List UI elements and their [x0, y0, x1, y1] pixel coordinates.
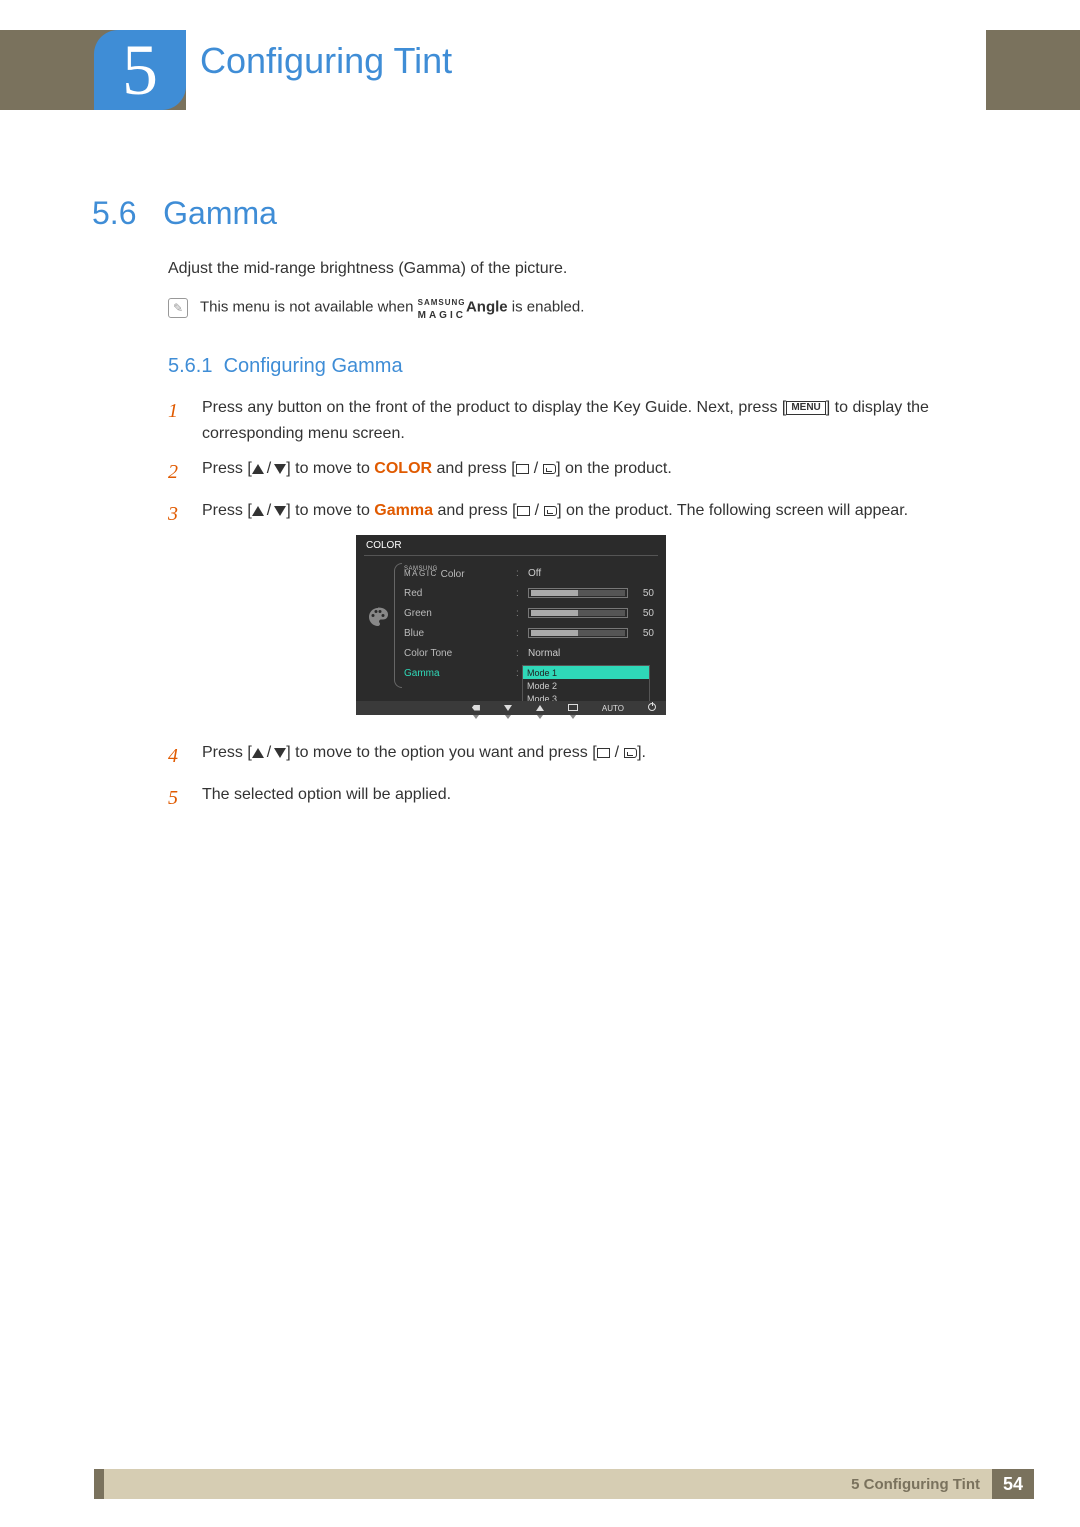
- osd-brand-bottom: MAGIC: [404, 571, 438, 577]
- s3d: ] on the product. The following screen w…: [557, 502, 908, 519]
- osd-dd-mode1[interactable]: Mode 1: [523, 666, 649, 679]
- enter-icon: /: [516, 456, 556, 482]
- s3c: and press [: [433, 502, 517, 519]
- step-text-5: The selected option will be applied.: [202, 782, 988, 814]
- osd-val-green: 50: [634, 608, 654, 619]
- step-1: 1 Press any button on the front of the p…: [168, 395, 988, 446]
- osd-gamma-dropdown[interactable]: Mode 1 Mode 2 Mode 3: [522, 665, 650, 706]
- s4c: ].: [637, 744, 646, 761]
- step-num-2: 2: [168, 456, 186, 488]
- osd-panel: COLOR SAMSUNGMAGIC Color Red Green Blue …: [356, 535, 666, 715]
- step-num-3: 3: [168, 498, 186, 530]
- osd-bar-red: [528, 588, 628, 598]
- samsung-magic-logo: SAMSUNG MAGIC: [418, 295, 466, 321]
- osd-divider: [364, 555, 658, 556]
- enter-icon: /: [597, 740, 637, 766]
- angle-word: Angle: [466, 299, 508, 316]
- step-num-4: 4: [168, 740, 186, 772]
- osd-dd-mode2[interactable]: Mode 2: [523, 679, 649, 692]
- osd-label-blue: Blue: [404, 628, 494, 639]
- osd-back-icon[interactable]: [472, 704, 480, 713]
- osd-auto-button[interactable]: AUTO: [602, 704, 624, 713]
- osd-val-blue: 50: [634, 628, 654, 639]
- osd-up-icon[interactable]: [536, 704, 544, 713]
- s4b: ] to move to the option you want and pre…: [286, 744, 596, 761]
- osd-down-icon[interactable]: [504, 704, 512, 713]
- osd-label-red: Red: [404, 588, 494, 599]
- osd-color-suffix: Color: [441, 568, 465, 579]
- subsection-heading: 5.6.1 Configuring Gamma: [168, 355, 403, 378]
- step-num-1: 1: [168, 395, 186, 446]
- s2a: Press [: [202, 460, 252, 477]
- color-word: COLOR: [374, 460, 432, 477]
- s3b: ] to move to: [286, 502, 374, 519]
- s2d: ] on the product.: [556, 460, 672, 477]
- palette-icon: [366, 605, 390, 629]
- up-down-icon: /: [252, 456, 286, 482]
- note-pre: This menu is not available when: [200, 299, 418, 316]
- osd-bar-green: [528, 608, 628, 618]
- enter-icon: /: [517, 498, 557, 524]
- s3a: Press [: [202, 502, 252, 519]
- brand-bottom: MAGIC: [418, 310, 466, 321]
- step-4: 4 Press [/] to move to the option you wa…: [168, 740, 988, 772]
- subsection-title: Configuring Gamma: [224, 355, 403, 377]
- step-3: 3 Press [/] to move to Gamma and press […: [168, 498, 988, 530]
- osd-bar-blue: [528, 628, 628, 638]
- brand-top: SAMSUNG: [418, 298, 466, 307]
- osd-label-colortone: Color Tone: [404, 648, 494, 659]
- footer-label: 5 Configuring Tint: [851, 1476, 980, 1493]
- section-title: Gamma: [163, 195, 277, 231]
- osd-left-curve: [394, 563, 402, 688]
- section-number: 5.6: [92, 195, 136, 231]
- note-icon: ✎: [168, 298, 188, 318]
- osd-val-magic: Off: [528, 568, 541, 579]
- up-down-icon: /: [252, 740, 286, 766]
- osd-label-magic-color: SAMSUNGMAGIC Color: [404, 567, 494, 580]
- note-post: is enabled.: [508, 299, 585, 316]
- section-intro: Adjust the mid-range brightness (Gamma) …: [168, 260, 567, 278]
- step-text-4: Press [/] to move to the option you want…: [202, 740, 988, 772]
- s2b: ] to move to: [286, 460, 374, 477]
- osd-values: :Off :50 :50 :50 :Normal :: [516, 565, 654, 681]
- osd-val-colortone: Normal: [528, 648, 560, 659]
- section-heading: 5.6 Gamma: [92, 195, 277, 232]
- chapter-title: Configuring Tint: [200, 40, 502, 82]
- footer-bar: 5 Configuring Tint 54: [94, 1469, 1034, 1499]
- note-text: This menu is not available when SAMSUNG M…: [200, 295, 584, 321]
- step-text-1: Press any button on the front of the pro…: [202, 395, 988, 446]
- step-num-5: 5: [168, 782, 186, 814]
- osd-labels: SAMSUNGMAGIC Color Red Green Blue Color …: [404, 565, 494, 681]
- chapter-badge: 5: [94, 30, 186, 110]
- subsection-number: 5.6.1: [168, 355, 212, 377]
- menu-button-icon: MENU: [786, 401, 825, 415]
- footer-accent: [94, 1469, 104, 1499]
- step-2: 2 Press [/] to move to COLOR and press […: [168, 456, 988, 488]
- osd-label-gamma: Gamma: [404, 668, 494, 679]
- s4a: Press [: [202, 744, 252, 761]
- chapter-number: 5: [122, 29, 158, 112]
- s1a: Press any button on the front of the pro…: [202, 399, 786, 416]
- osd-val-red: 50: [634, 588, 654, 599]
- step-5: 5 The selected option will be applied.: [168, 782, 988, 814]
- step-text-3: Press [/] to move to Gamma and press [/]…: [202, 498, 988, 530]
- s2c: and press [: [432, 460, 516, 477]
- note-row: ✎ This menu is not available when SAMSUN…: [168, 295, 584, 321]
- up-down-icon: /: [252, 498, 286, 524]
- osd-power-icon[interactable]: [648, 703, 656, 713]
- osd-bottom-bar: AUTO: [356, 701, 666, 715]
- osd-enter-icon[interactable]: [568, 704, 578, 713]
- step-text-2: Press [/] to move to COLOR and press [/]…: [202, 456, 988, 488]
- gamma-word: Gamma: [374, 502, 433, 519]
- osd-label-green: Green: [404, 608, 494, 619]
- osd-title: COLOR: [366, 540, 402, 551]
- footer-page-number: 54: [992, 1469, 1034, 1499]
